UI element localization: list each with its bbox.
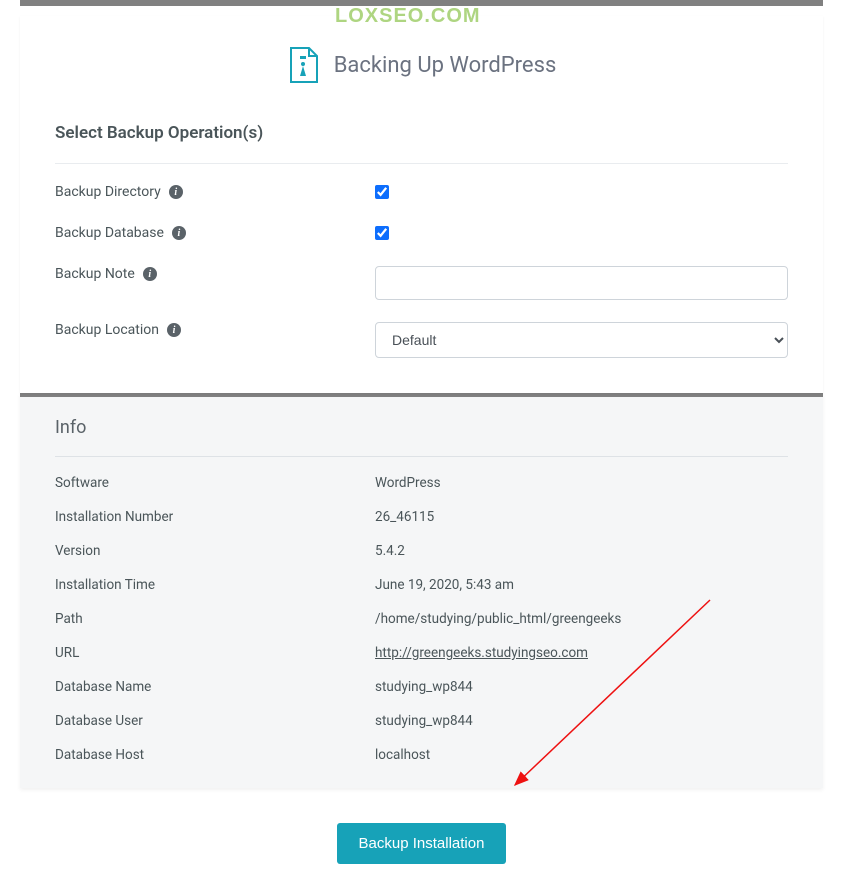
info-label: Database Name (55, 679, 375, 695)
section-heading: Select Backup Operation(s) (55, 103, 788, 164)
backup-options-section: Select Backup Operation(s) Backup Direct… (20, 103, 823, 393)
info-row-db-host: Database Host localhost (55, 747, 788, 763)
info-value: /home/studying/public_html/greengeeks (375, 611, 788, 627)
info-label: Database User (55, 713, 375, 729)
info-row-db-user: Database User studying_wp844 (55, 713, 788, 729)
info-label: URL (55, 645, 375, 661)
info-label: Version (55, 543, 375, 559)
backup-note-input[interactable] (375, 266, 788, 300)
info-row-software: Software WordPress (55, 475, 788, 491)
page-title: Backing Up WordPress (334, 53, 557, 78)
backup-database-label: Backup Database (55, 225, 164, 241)
info-label: Installation Number (55, 509, 375, 525)
backup-location-label: Backup Location (55, 322, 159, 338)
info-value: WordPress (375, 475, 788, 491)
info-row-db-name: Database Name studying_wp844 (55, 679, 788, 695)
info-icon[interactable]: i (143, 267, 157, 281)
action-button-row: Backup Installation (0, 788, 843, 884)
backup-note-label: Backup Note (55, 266, 135, 282)
main-container: Backing Up WordPress Select Backup Opera… (20, 16, 823, 393)
backup-directory-checkbox[interactable] (375, 185, 389, 199)
info-value: 5.4.2 (375, 543, 788, 559)
info-value: localhost (375, 747, 788, 763)
backup-directory-row: Backup Directory i (55, 184, 788, 203)
info-label: Database Host (55, 747, 375, 763)
backup-file-icon (287, 46, 319, 84)
backup-database-row: Backup Database i (55, 225, 788, 244)
backup-installation-button[interactable]: Backup Installation (337, 823, 507, 864)
info-label: Path (55, 611, 375, 627)
info-row-url: URL http://greengeeks.studyingseo.com (55, 645, 788, 661)
info-panel: Info Software WordPress Installation Num… (20, 393, 823, 788)
info-value: June 19, 2020, 5:43 am (375, 577, 788, 593)
info-label: Software (55, 475, 375, 491)
page-header: Backing Up WordPress (20, 16, 823, 103)
info-row-install-time: Installation Time June 19, 2020, 5:43 am (55, 577, 788, 593)
backup-location-row: Backup Location i Default (55, 322, 788, 358)
backup-directory-label: Backup Directory (55, 184, 161, 200)
info-heading: Info (55, 417, 788, 457)
info-icon[interactable]: i (172, 226, 186, 240)
top-divider (20, 0, 823, 6)
info-url-link[interactable]: http://greengeeks.studyingseo.com (375, 645, 588, 661)
backup-database-checkbox[interactable] (375, 226, 389, 240)
info-value: 26_46115 (375, 509, 788, 525)
backup-note-row: Backup Note i (55, 266, 788, 300)
info-row-install-number: Installation Number 26_46115 (55, 509, 788, 525)
info-row-path: Path /home/studying/public_html/greengee… (55, 611, 788, 627)
info-value: studying_wp844 (375, 679, 788, 695)
info-row-version: Version 5.4.2 (55, 543, 788, 559)
backup-location-select[interactable]: Default (375, 322, 788, 358)
info-icon[interactable]: i (169, 185, 183, 199)
info-value: studying_wp844 (375, 713, 788, 729)
info-label: Installation Time (55, 577, 375, 593)
info-icon[interactable]: i (167, 323, 181, 337)
